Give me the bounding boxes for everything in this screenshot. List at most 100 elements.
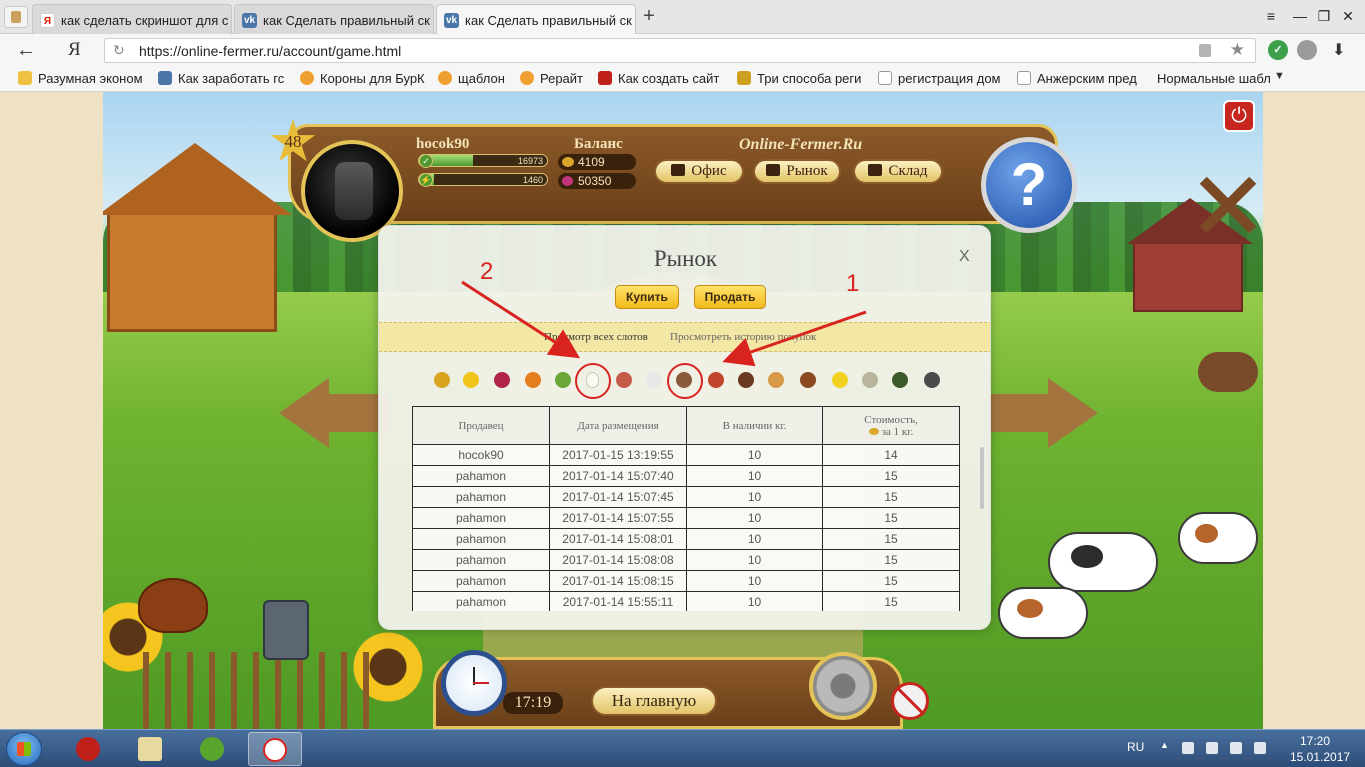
- farmhouse-left[interactable]: [103, 143, 292, 332]
- bookmark-item[interactable]: Три способа реги: [737, 71, 861, 86]
- flour-icon[interactable]: [667, 363, 703, 399]
- globe-icon[interactable]: [1297, 40, 1317, 60]
- market-submenu: Просмотр всех слотов Просмотреть историю…: [379, 322, 990, 352]
- bookmarks-more-icon[interactable]: ▼: [1274, 70, 1285, 82]
- market-dialog: Рынок X Купить Продать Просмотр всех сло…: [378, 225, 991, 630]
- settings-gear-icon[interactable]: [809, 652, 877, 720]
- yandex-menu-button[interactable]: [4, 6, 28, 28]
- mute-sound-icon[interactable]: [891, 682, 929, 720]
- reload-icon[interactable]: ↻: [113, 42, 125, 59]
- language-indicator[interactable]: RU: [1127, 740, 1144, 754]
- taskbar-app-yandex-browser[interactable]: [248, 732, 302, 766]
- home-button[interactable]: На главную: [591, 686, 717, 716]
- bookmark-item[interactable]: Как заработать гс: [158, 71, 284, 86]
- tab-1[interactable]: Я как сделать скриншот для с: [32, 4, 232, 34]
- sack-icon[interactable]: [859, 369, 881, 391]
- coin-icon: [562, 157, 574, 167]
- tab-3[interactable]: vk как Сделать правильный ск: [436, 4, 636, 34]
- sausage-icon[interactable]: [705, 369, 727, 391]
- storage-button[interactable]: Склад: [853, 159, 943, 184]
- taskbar-app-settings[interactable]: [62, 732, 116, 766]
- table-row[interactable]: pahamon 2017-01-14 15:08:15 10 15: [412, 570, 960, 592]
- bookmark-item[interactable]: Анжерским пред: [1017, 71, 1137, 86]
- table-row[interactable]: pahamon 2017-01-14 15:07:40 10 15: [412, 465, 960, 487]
- leaves-icon[interactable]: [889, 369, 911, 391]
- bookmark-star-icon[interactable]: ★: [1230, 40, 1245, 60]
- pea-icon[interactable]: [552, 369, 574, 391]
- view-all-slots-link[interactable]: Просмотр всех слотов: [544, 331, 648, 343]
- bag-icon[interactable]: [921, 369, 943, 391]
- tray-icon[interactable]: [1254, 742, 1266, 754]
- new-tab-button[interactable]: +: [638, 6, 660, 28]
- power-icon[interactable]: ⏻: [1223, 100, 1255, 132]
- yandex-logo[interactable]: Я: [68, 39, 81, 61]
- menu-icon[interactable]: ≡: [1260, 6, 1282, 26]
- cell-seller: pahamon: [412, 549, 550, 571]
- office-button[interactable]: Офис: [654, 159, 744, 184]
- minimize-icon[interactable]: —: [1289, 6, 1311, 26]
- bookmark-item[interactable]: Как создать сайт: [598, 71, 719, 86]
- download-icon[interactable]: ⬇: [1332, 40, 1352, 60]
- loaf-icon[interactable]: [797, 369, 819, 391]
- taskbar-app-explorer[interactable]: [124, 732, 178, 766]
- bookmark-item[interactable]: Разумная эконом: [18, 71, 143, 86]
- meat-icon[interactable]: [613, 369, 635, 391]
- tab-2[interactable]: vk как Сделать правильный ск: [234, 4, 434, 34]
- market-button[interactable]: Рынок: [753, 159, 841, 184]
- table-row[interactable]: hocok90 2017-01-15 13:19:55 10 14: [412, 444, 960, 466]
- offers-table-wrapper: Продавец Дата размещения В наличии кг. С…: [412, 406, 977, 611]
- cell-date: 2017-01-14 15:07:55: [549, 507, 687, 529]
- start-button[interactable]: [6, 732, 42, 766]
- cow-icon: [1178, 512, 1258, 564]
- close-window-icon[interactable]: ✕: [1337, 6, 1359, 26]
- product-selector: [431, 363, 951, 399]
- energy-value: 1460: [522, 175, 543, 185]
- table-row[interactable]: pahamon 2017-01-14 15:08:01 10 15: [412, 528, 960, 550]
- sell-button[interactable]: Продать: [694, 285, 766, 309]
- bookmark-item[interactable]: Короны для БурК: [300, 71, 425, 86]
- close-button[interactable]: X: [959, 248, 970, 266]
- pumpkin-icon[interactable]: [522, 369, 544, 391]
- table-scrollbar[interactable]: [980, 447, 984, 509]
- volume-icon[interactable]: [1230, 742, 1242, 754]
- egg-icon[interactable]: [575, 363, 611, 399]
- corn-icon[interactable]: [460, 369, 482, 391]
- scroll-right-arrow[interactable]: [988, 378, 1098, 448]
- table-row[interactable]: pahamon 2017-01-14 15:08:08 10 15: [412, 549, 960, 571]
- address-bar: ← Я ↻ https://online-fermer.ru/account/g…: [0, 34, 1365, 66]
- bookmark-item[interactable]: щаблон: [438, 71, 505, 86]
- help-button[interactable]: ?: [981, 137, 1077, 233]
- tray-app-icon[interactable]: [1182, 742, 1194, 754]
- bookmark-item[interactable]: регистрация дом: [878, 71, 1001, 86]
- cell-price: 14: [822, 444, 960, 466]
- tray-expand-icon[interactable]: ▲: [1160, 740, 1169, 752]
- farmhouse-right[interactable]: [1127, 198, 1253, 312]
- bookmark-item[interactable]: Рерайт: [520, 71, 583, 86]
- cheese-icon[interactable]: [829, 369, 851, 391]
- url-field[interactable]: ↻ https://online-fermer.ru/account/game.…: [104, 38, 1256, 63]
- back-arrow-icon[interactable]: ←: [16, 39, 36, 62]
- taskbar-app-utorrent[interactable]: [186, 732, 240, 766]
- beet-icon[interactable]: [491, 369, 513, 391]
- bread-icon[interactable]: [765, 369, 787, 391]
- bookmark-item[interactable]: Нормальные шабл: [1157, 71, 1271, 86]
- system-clock[interactable]: 17:20 15.01.2017: [1290, 733, 1350, 765]
- restore-icon[interactable]: ❐: [1313, 6, 1335, 26]
- player-level: 48: [284, 132, 302, 151]
- milk-icon[interactable]: [643, 369, 665, 391]
- table-row[interactable]: pahamon 2017-01-14 15:07:45 10 15: [412, 486, 960, 508]
- scroll-left-arrow[interactable]: [279, 378, 389, 448]
- table-row[interactable]: pahamon 2017-01-14 15:55:11 10 15: [412, 591, 960, 611]
- url-text[interactable]: https://online-fermer.ru/account/game.ht…: [139, 43, 401, 59]
- lock-icon[interactable]: [1199, 44, 1211, 57]
- jug-icon[interactable]: [735, 369, 757, 391]
- table-row[interactable]: pahamon 2017-01-14 15:07:55 10 15: [412, 507, 960, 529]
- protect-shield-icon[interactable]: ✓: [1268, 40, 1288, 60]
- dialog-title: Рынок: [653, 246, 718, 271]
- purchase-history-link[interactable]: Просмотреть историю покупок: [670, 331, 816, 343]
- wheat-icon[interactable]: [431, 369, 453, 391]
- cell-seller: pahamon: [412, 486, 550, 508]
- network-icon[interactable]: [1206, 742, 1218, 754]
- cell-available: 10: [686, 549, 823, 571]
- buy-button[interactable]: Купить: [615, 285, 679, 309]
